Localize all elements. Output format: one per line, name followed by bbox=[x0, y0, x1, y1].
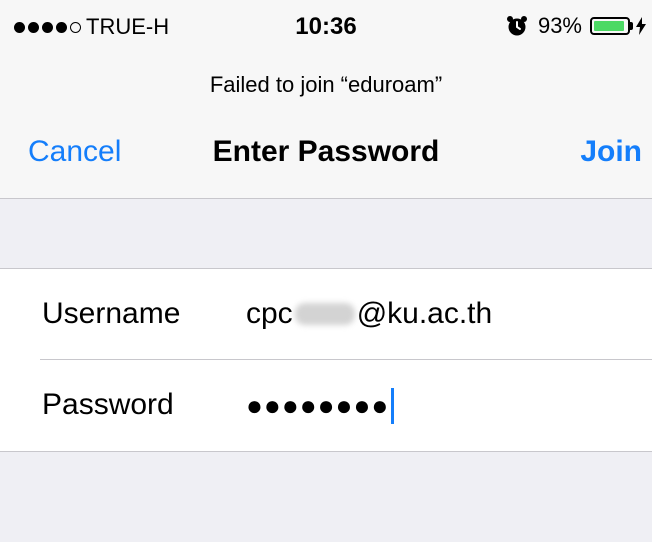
navigation-bar: Cancel Enter Password Join bbox=[0, 128, 652, 180]
password-field[interactable]: ●●●●●●●● bbox=[246, 388, 395, 424]
alarm-icon bbox=[506, 16, 527, 36]
battery-percent: 93% bbox=[537, 13, 582, 38]
username-field[interactable]: cpc @ku.ac.th bbox=[246, 297, 492, 331]
charging-bolt-icon bbox=[636, 17, 646, 35]
password-mask: ●●●●●●●● bbox=[246, 390, 390, 421]
page-title: Enter Password bbox=[212, 135, 440, 168]
status-bar: TRUE-H 10:36 93% bbox=[0, 0, 652, 52]
username-label: Username bbox=[42, 297, 181, 330]
password-label: Password bbox=[42, 388, 174, 421]
top-bar: TRUE-H 10:36 93% Failed to join “eduroam… bbox=[0, 0, 652, 199]
credentials-form: Username cpc @ku.ac.th Password ●●●●●●●● bbox=[0, 268, 652, 452]
battery-tip bbox=[630, 22, 633, 30]
username-row[interactable]: Username cpc @ku.ac.th bbox=[0, 269, 652, 359]
username-prefix: cpc bbox=[246, 297, 293, 330]
text-cursor bbox=[391, 388, 395, 424]
join-button[interactable]: Join bbox=[580, 135, 642, 169]
join-prompt: Failed to join “eduroam” bbox=[209, 72, 443, 97]
username-suffix: @ku.ac.th bbox=[356, 297, 493, 330]
redacted-text bbox=[294, 303, 355, 325]
battery-fill bbox=[594, 21, 624, 31]
password-row[interactable]: Password ●●●●●●●● bbox=[0, 360, 652, 450]
battery-icon bbox=[590, 17, 630, 35]
status-right: 93% bbox=[506, 13, 646, 39]
